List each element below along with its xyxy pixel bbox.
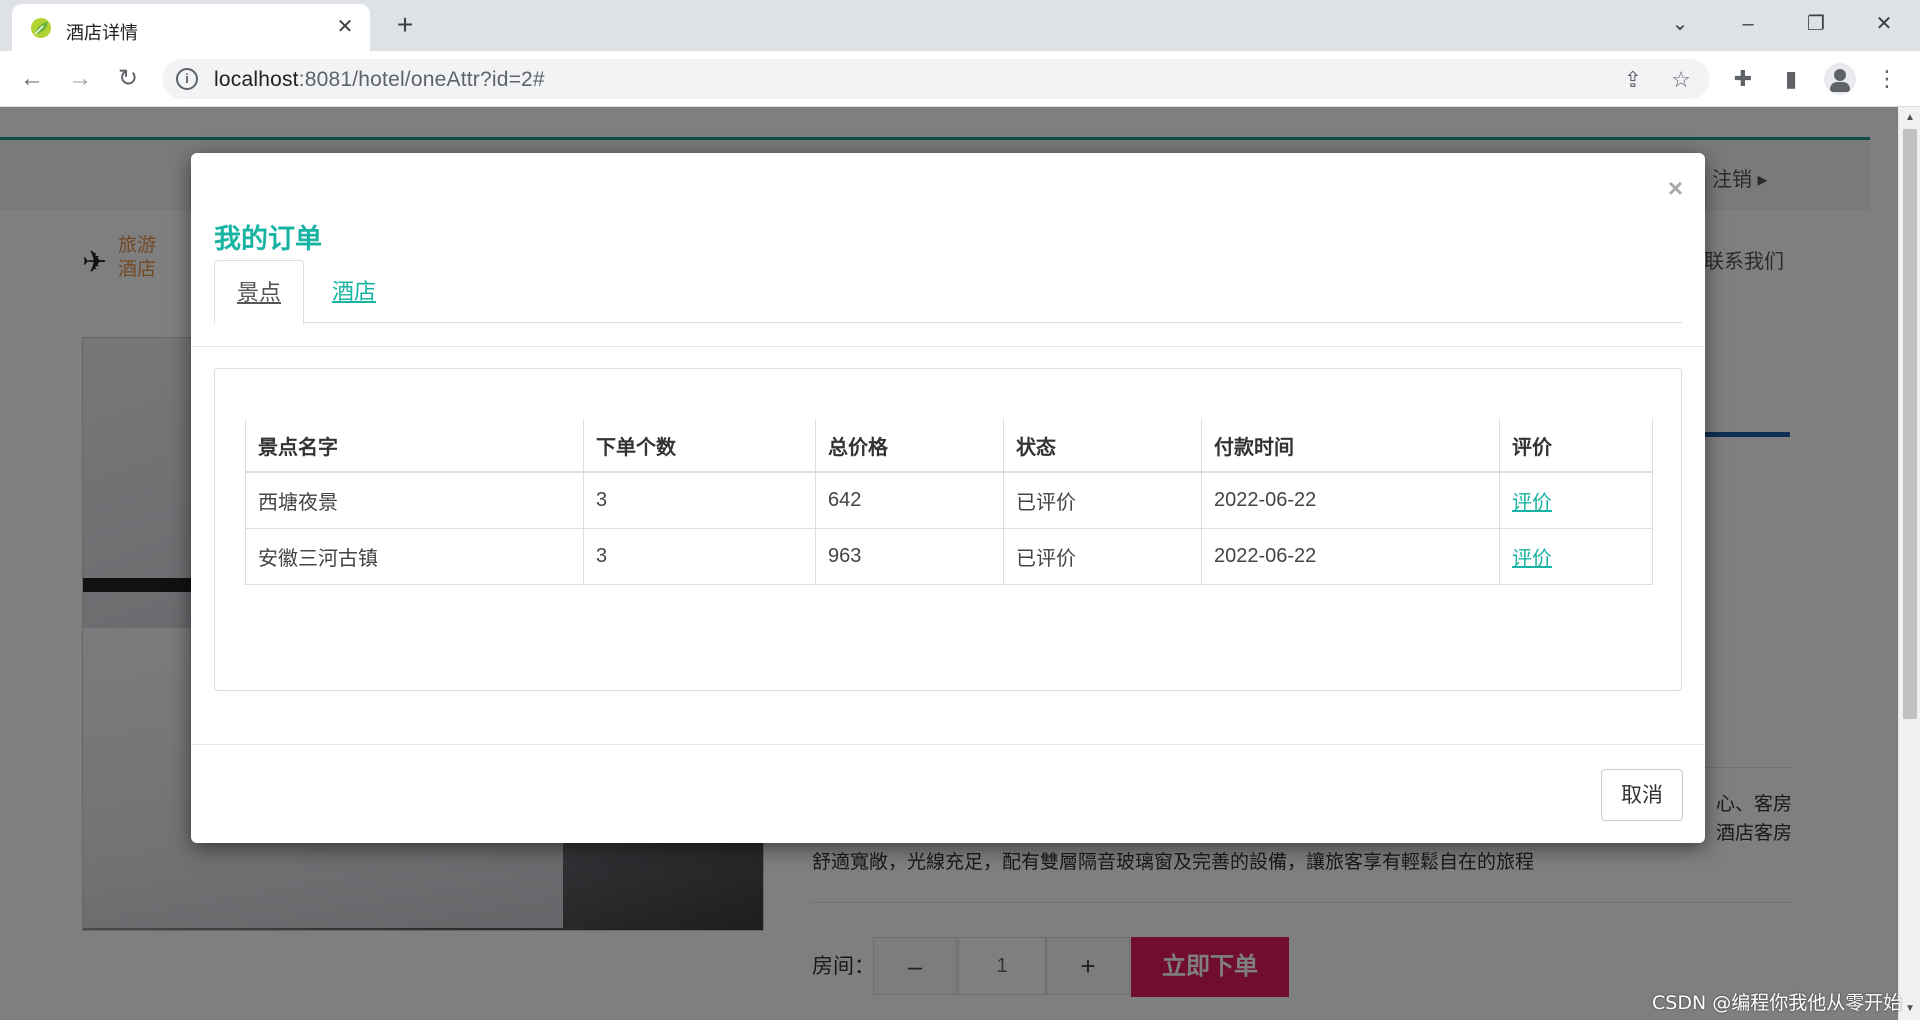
share-icon[interactable]: ⇪ <box>1620 67 1646 93</box>
review-link[interactable]: 评价 <box>1512 492 1552 514</box>
modal-title: 我的订单 <box>214 224 322 254</box>
bookmark-star-icon[interactable]: ☆ <box>1668 67 1694 93</box>
address-bar[interactable]: i localhost:8081/hotel/oneAttr?id=2# ⇪ ☆ <box>162 59 1710 99</box>
table-header-row: 景点名字 下单个数 总价格 状态 付款时间 评价 <box>245 419 1653 473</box>
back-arrow-icon[interactable]: ← <box>16 63 48 95</box>
column-header: 评价 <box>1499 419 1653 473</box>
table-row: 西塘夜景 3 642 已评价 2022-06-22 评价 <box>245 471 1653 529</box>
scroll-up-icon[interactable]: ▲ <box>1903 111 1917 125</box>
modal-close-icon[interactable]: × <box>1668 173 1683 204</box>
cell-review: 评价 <box>1499 527 1653 585</box>
tab-hotels[interactable]: 酒店 <box>310 260 398 324</box>
new-tab-icon[interactable]: + <box>390 10 420 40</box>
window-close-icon[interactable]: ✕ <box>1864 8 1904 40</box>
side-panel-icon[interactable]: ▮ <box>1776 64 1806 94</box>
cell-status: 已评价 <box>1003 471 1202 529</box>
column-header: 状态 <box>1003 419 1202 473</box>
csdn-watermark: CSDN @编程你我他从零开始 <box>1652 992 1903 1014</box>
cell-paid-time: 2022-06-22 <box>1201 471 1500 529</box>
site-info-icon[interactable]: i <box>176 68 198 90</box>
cell-price: 642 <box>815 471 1004 529</box>
cancel-button[interactable]: 取消 <box>1601 769 1683 821</box>
cell-price: 963 <box>815 527 1004 585</box>
tab-close-icon[interactable]: ✕ <box>332 14 358 40</box>
cell-status: 已评价 <box>1003 527 1202 585</box>
table-row: 安徽三河古镇 3 963 已评价 2022-06-22 评价 <box>245 527 1653 585</box>
cell-name: 安徽三河古镇 <box>245 527 584 585</box>
browser-tab-strip: 酒店详情 ✕ + ⌄ – ❐ ✕ <box>0 0 1920 51</box>
scrollbar-thumb[interactable] <box>1903 129 1917 719</box>
profile-avatar-icon[interactable] <box>1824 63 1856 95</box>
scroll-down-icon[interactable]: ▼ <box>1903 1002 1917 1016</box>
tab-search-chevron-icon[interactable]: ⌄ <box>1660 8 1700 40</box>
column-header: 付款时间 <box>1201 419 1500 473</box>
tab-title: 酒店详情 <box>66 23 138 44</box>
page-scrollbar[interactable]: ▲ ▼ <box>1898 107 1920 1020</box>
cell-name: 西塘夜景 <box>245 471 584 529</box>
my-orders-modal: × 我的订单 景点 酒店 景点名字 下单个数 总价格 状态 付款时间 评价 西塘… <box>191 153 1705 843</box>
cell-count: 3 <box>583 471 816 529</box>
url-text[interactable]: localhost:8081/hotel/oneAttr?id=2# <box>214 68 545 92</box>
review-link[interactable]: 评价 <box>1512 548 1552 570</box>
orders-table: 景点名字 下单个数 总价格 状态 付款时间 评价 西塘夜景 3 642 已评价 … <box>245 419 1653 585</box>
cell-count: 3 <box>583 527 816 585</box>
orders-panel: 景点名字 下单个数 总价格 状态 付款时间 评价 西塘夜景 3 642 已评价 … <box>214 368 1682 691</box>
reload-icon[interactable]: ↻ <box>112 63 144 95</box>
order-type-tabs: 景点 酒店 <box>214 260 1682 324</box>
spring-leaf-icon <box>31 18 51 38</box>
cell-paid-time: 2022-06-22 <box>1201 527 1500 585</box>
cell-review: 评价 <box>1499 471 1653 529</box>
column-header: 总价格 <box>815 419 1004 473</box>
browser-tab[interactable]: 酒店详情 ✕ <box>12 4 370 51</box>
column-header: 下单个数 <box>583 419 816 473</box>
forward-arrow-icon[interactable]: → <box>64 63 96 95</box>
extensions-puzzle-icon[interactable]: ✚ <box>1728 64 1758 94</box>
browser-toolbar: ← → ↻ i localhost:8081/hotel/oneAttr?id=… <box>0 51 1920 107</box>
column-header: 景点名字 <box>245 419 584 473</box>
restore-icon[interactable]: ❐ <box>1796 8 1836 40</box>
browser-menu-icon[interactable]: ⋮ <box>1872 64 1902 94</box>
tab-attractions[interactable]: 景点 <box>214 260 305 324</box>
minimize-icon[interactable]: – <box>1728 8 1768 40</box>
